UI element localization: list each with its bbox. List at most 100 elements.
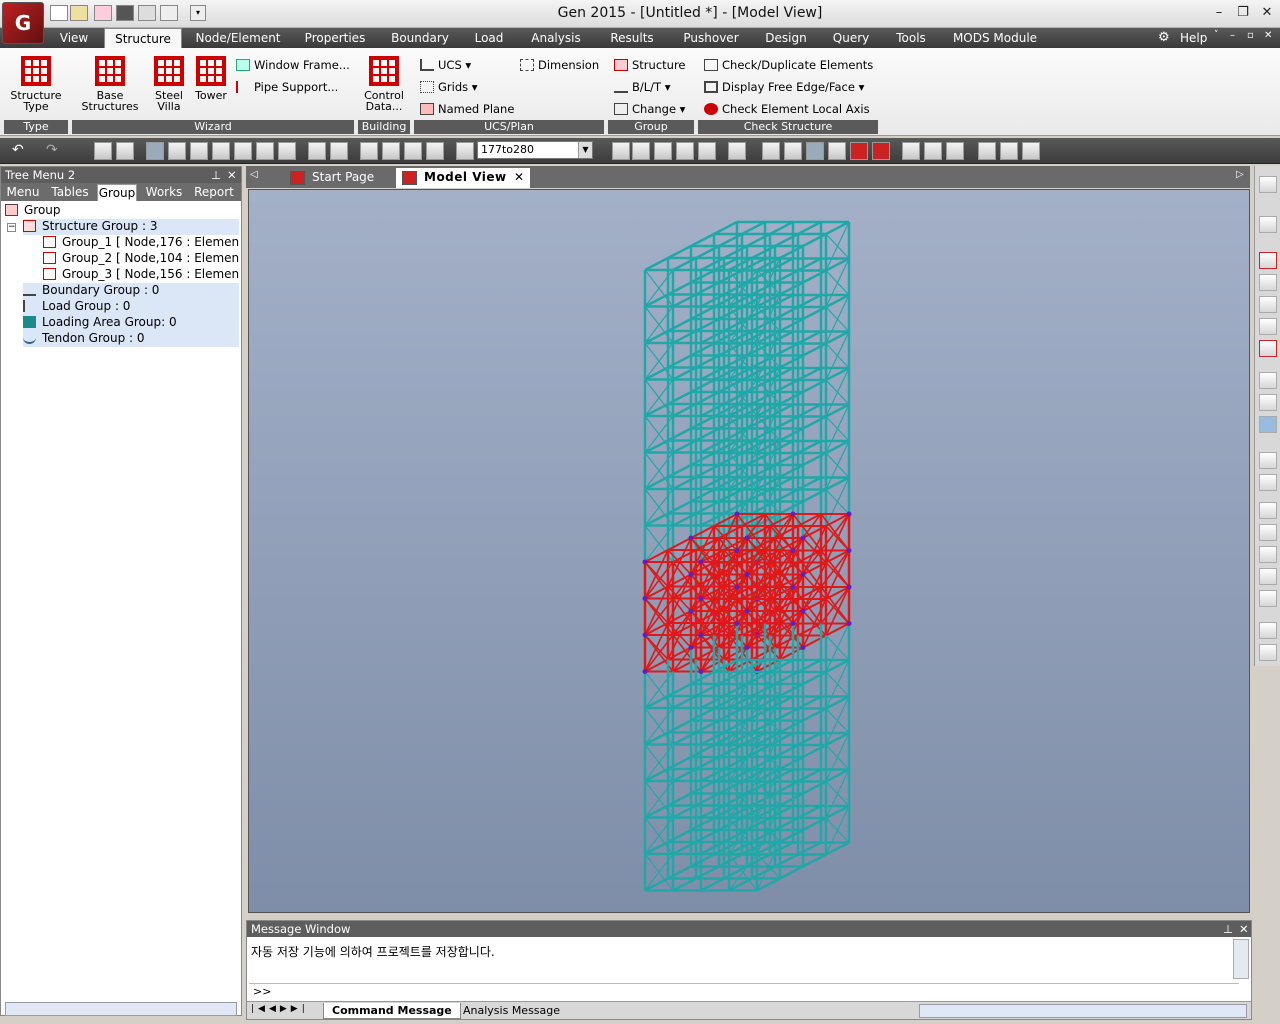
tab-boundary[interactable]: Boundary [386, 28, 454, 48]
frame-member[interactable] [751, 244, 776, 260]
tree-node-loading-area-group[interactable]: Loading Area Group: 0 [23, 315, 239, 331]
frame-member[interactable] [769, 220, 794, 236]
tab-start-page[interactable]: Start Page [284, 168, 394, 188]
frame-member[interactable] [774, 305, 799, 321]
tab-mods-module[interactable]: MODS Module [948, 28, 1042, 48]
frame-member[interactable] [797, 439, 822, 455]
frame-member[interactable] [779, 682, 804, 698]
tree-tab-report[interactable]: Report [191, 184, 237, 201]
frame-member[interactable] [774, 707, 799, 722]
merge-icon[interactable] [698, 142, 716, 160]
pipe-support-button[interactable]: Pipe Support... [236, 80, 338, 94]
frame-member[interactable] [695, 244, 720, 260]
select-pointer-icon[interactable] [146, 142, 164, 160]
frame-member[interactable] [690, 342, 715, 357]
mdi-restore-icon[interactable]: ▫ [1247, 30, 1254, 41]
frame-member[interactable] [779, 865, 804, 880]
select-all-icon[interactable] [278, 142, 296, 160]
frame-member[interactable] [797, 220, 822, 236]
frame-member[interactable] [690, 780, 715, 795]
frame-member[interactable] [667, 828, 692, 844]
frame-member[interactable] [672, 512, 697, 527]
translate-icon[interactable] [654, 142, 672, 160]
steel-villa-button[interactable]: Steel Villa [150, 56, 188, 112]
frame-member[interactable] [774, 378, 799, 394]
node-point[interactable] [744, 572, 750, 577]
close-icon[interactable]: ✕ [1258, 5, 1276, 21]
frame-member[interactable] [797, 476, 822, 491]
new-file-icon[interactable] [50, 5, 68, 21]
frame-member[interactable] [667, 865, 692, 880]
node-point[interactable] [790, 621, 796, 626]
frame-member[interactable] [779, 755, 804, 771]
node-point[interactable] [744, 535, 750, 541]
select-intersect-icon[interactable] [190, 142, 208, 160]
shrink-icon[interactable] [728, 142, 746, 160]
node-point[interactable] [846, 584, 852, 590]
tab-analysis-message[interactable]: Analysis Message [455, 1003, 568, 1019]
right-view-icon[interactable] [1259, 546, 1277, 563]
frame-member[interactable] [667, 755, 692, 771]
view-check-icon[interactable] [1259, 216, 1277, 233]
frame-member[interactable] [667, 719, 692, 734]
frame-member[interactable] [774, 488, 799, 503]
tab-scroll-right-icon[interactable]: ▷ [1236, 169, 1244, 180]
frame-member[interactable] [797, 257, 822, 272]
frame-member[interactable] [774, 743, 799, 759]
node-point[interactable] [688, 608, 694, 614]
frame-member[interactable] [667, 682, 692, 698]
tab-close-icon[interactable]: ✕ [514, 168, 525, 187]
node-point[interactable] [800, 608, 806, 614]
quick-access-dropdown-icon[interactable]: ▾ [190, 5, 206, 21]
frame-member[interactable] [667, 354, 692, 369]
select-previous-icon[interactable] [256, 142, 274, 160]
frame-member[interactable] [802, 269, 827, 284]
frame-member[interactable] [779, 792, 804, 807]
frame-member[interactable] [802, 342, 827, 357]
tree-tab-menu[interactable]: Menu [3, 184, 43, 201]
gear-icon[interactable]: ⚙ [1158, 30, 1170, 45]
frame-member[interactable] [644, 512, 669, 527]
frame-member[interactable] [644, 767, 669, 783]
frame-member[interactable] [672, 329, 697, 345]
frame-member[interactable] [802, 451, 827, 467]
frame-member[interactable] [746, 232, 771, 248]
copy-view-icon[interactable] [978, 142, 996, 160]
frame-member[interactable] [774, 232, 799, 248]
frame-member[interactable] [774, 269, 799, 284]
tab-properties[interactable]: Properties [298, 28, 372, 48]
iso-view-icon[interactable] [1259, 502, 1277, 519]
frame-member[interactable] [644, 804, 669, 819]
node-point[interactable] [734, 511, 740, 517]
frame-member[interactable] [644, 256, 669, 272]
tree-node-group-root[interactable]: Group [5, 203, 61, 219]
frame-member[interactable] [797, 293, 822, 309]
undo-icon[interactable]: ↶ [12, 142, 30, 160]
frame-member[interactable] [779, 500, 804, 515]
lock-icon[interactable] [1000, 142, 1018, 160]
tab-node-element[interactable]: Node/Element [190, 28, 286, 48]
change-button[interactable]: Change ▾ [614, 102, 685, 116]
node-point[interactable] [744, 608, 750, 614]
frame-member[interactable] [779, 463, 804, 479]
blt-button[interactable]: B/L/T ▾ [614, 80, 671, 94]
frame-member[interactable] [644, 877, 669, 892]
structure-model[interactable] [249, 190, 1249, 912]
tower-button[interactable]: Tower [192, 56, 230, 101]
frame-member[interactable] [667, 500, 692, 515]
msg-pin-icon[interactable]: ⊥ [1223, 921, 1233, 937]
frame-member[interactable] [672, 475, 697, 491]
top-view-icon[interactable] [1259, 568, 1277, 585]
frame-member[interactable] [700, 877, 725, 892]
frame-member[interactable] [797, 330, 822, 345]
selection-range-combo[interactable]: 177to280 ▼ [477, 141, 593, 159]
tab-command-message[interactable]: Command Message [323, 1003, 461, 1019]
msg-vertical-scrollbar[interactable] [1233, 939, 1249, 979]
named-plane-button[interactable]: Named Plane [420, 102, 514, 116]
frame-member[interactable] [802, 816, 827, 832]
frame-member[interactable] [774, 415, 799, 430]
frame-member[interactable] [644, 402, 669, 418]
grids-button[interactable]: Grids ▾ [420, 80, 478, 94]
print-preview-icon[interactable] [160, 5, 178, 21]
display-option-icon[interactable] [872, 142, 890, 160]
